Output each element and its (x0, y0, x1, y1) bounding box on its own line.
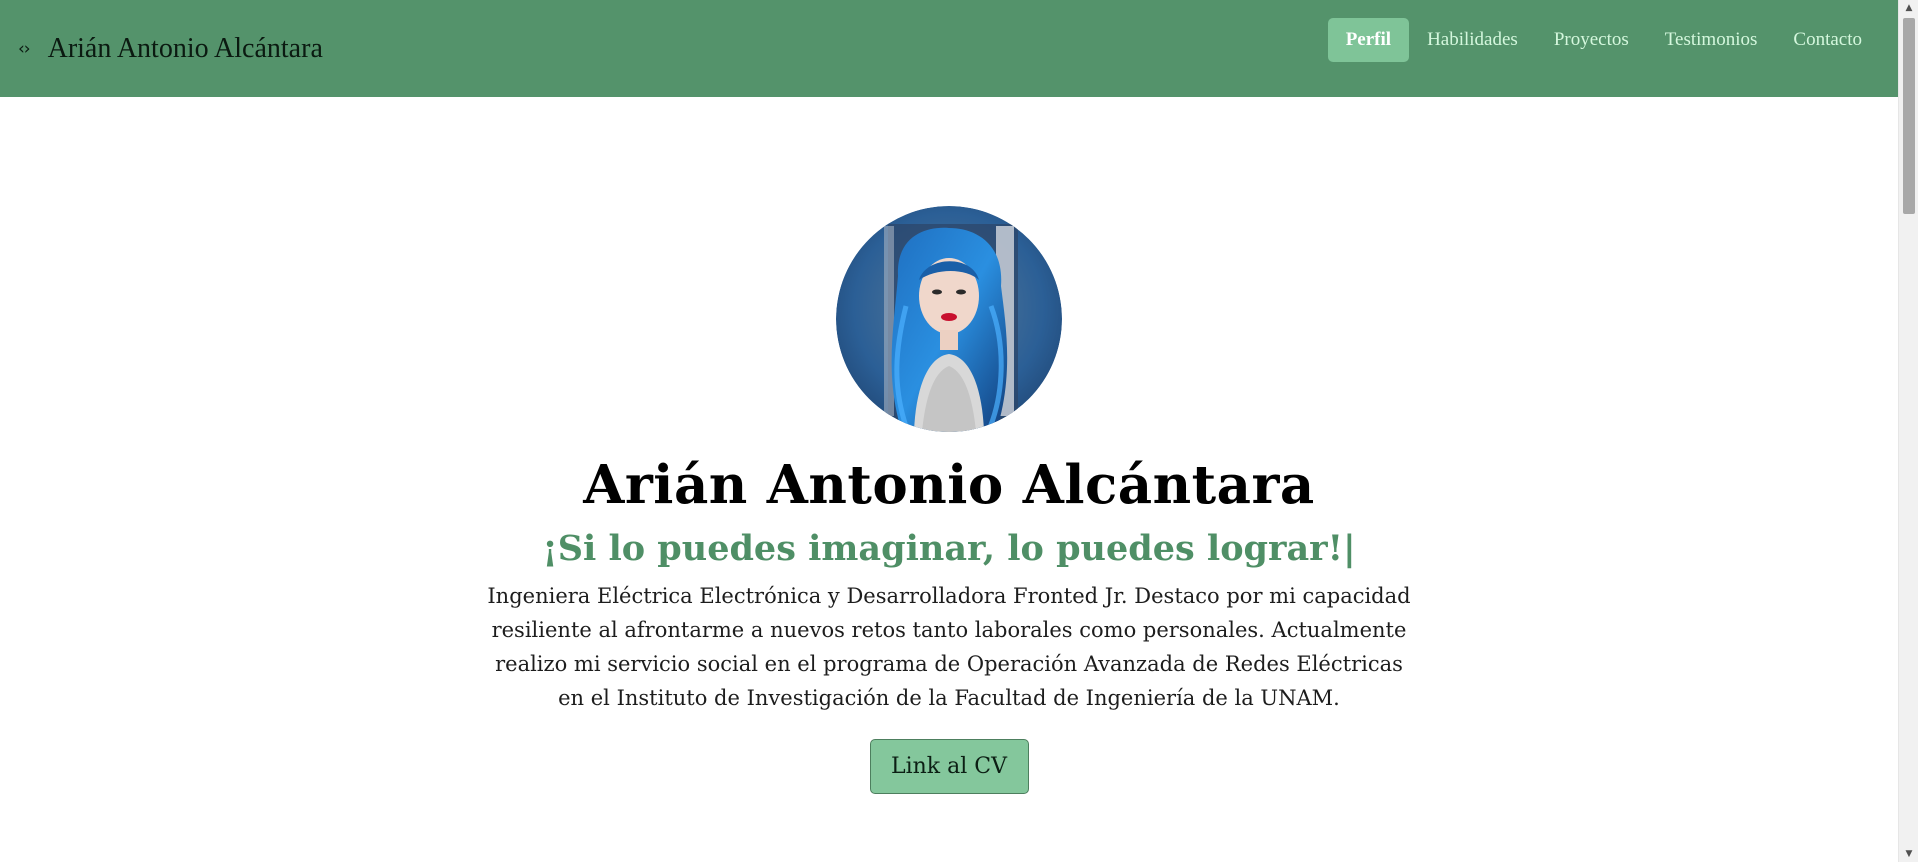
hero-bio: Ingeniera Eléctrica Electrónica y Desarr… (487, 584, 1411, 710)
page: ‹› Arián Antonio Alcántara Perfil Habili… (0, 0, 1918, 862)
nav-link-contacto[interactable]: Contacto (1775, 18, 1880, 62)
triangle-down-icon[interactable]: ▼ (1899, 846, 1918, 862)
navbar: ‹› Arián Antonio Alcántara Perfil Habili… (0, 0, 1898, 97)
nav-link-testimonios[interactable]: Testimonios (1647, 18, 1776, 62)
nav-link-perfil[interactable]: Perfil (1327, 17, 1410, 62)
triangle-up-icon[interactable]: ▲ (1899, 0, 1918, 16)
brand-link[interactable]: ‹› Arián Antonio Alcántara (18, 33, 323, 65)
nav-link-proyectos[interactable]: Proyectos (1536, 18, 1647, 62)
vertical-scrollbar[interactable]: ▲ ▼ (1898, 0, 1918, 862)
profile-avatar (836, 206, 1062, 432)
hero-section: Arián Antonio Alcántara ¡Si lo puedes im… (0, 97, 1898, 794)
nav-links: Perfil Habilidades Proyectos Testimonios… (1327, 0, 1880, 97)
code-brackets-icon: ‹› (18, 38, 31, 59)
tagline-text: ¡Si lo puedes imaginar, lo puedes lograr… (542, 528, 1343, 569)
hero-tagline: ¡Si lo puedes imaginar, lo puedes lograr… (542, 528, 1355, 569)
typing-cursor: | (1342, 528, 1356, 569)
brand-name: Arián Antonio Alcántara (47, 32, 323, 64)
scrollbar-thumb[interactable] (1903, 18, 1915, 214)
cv-link-button[interactable]: Link al CV (869, 739, 1029, 794)
hero-name: Arián Antonio Alcántara (583, 454, 1315, 516)
nav-link-habilidades[interactable]: Habilidades (1409, 18, 1536, 62)
